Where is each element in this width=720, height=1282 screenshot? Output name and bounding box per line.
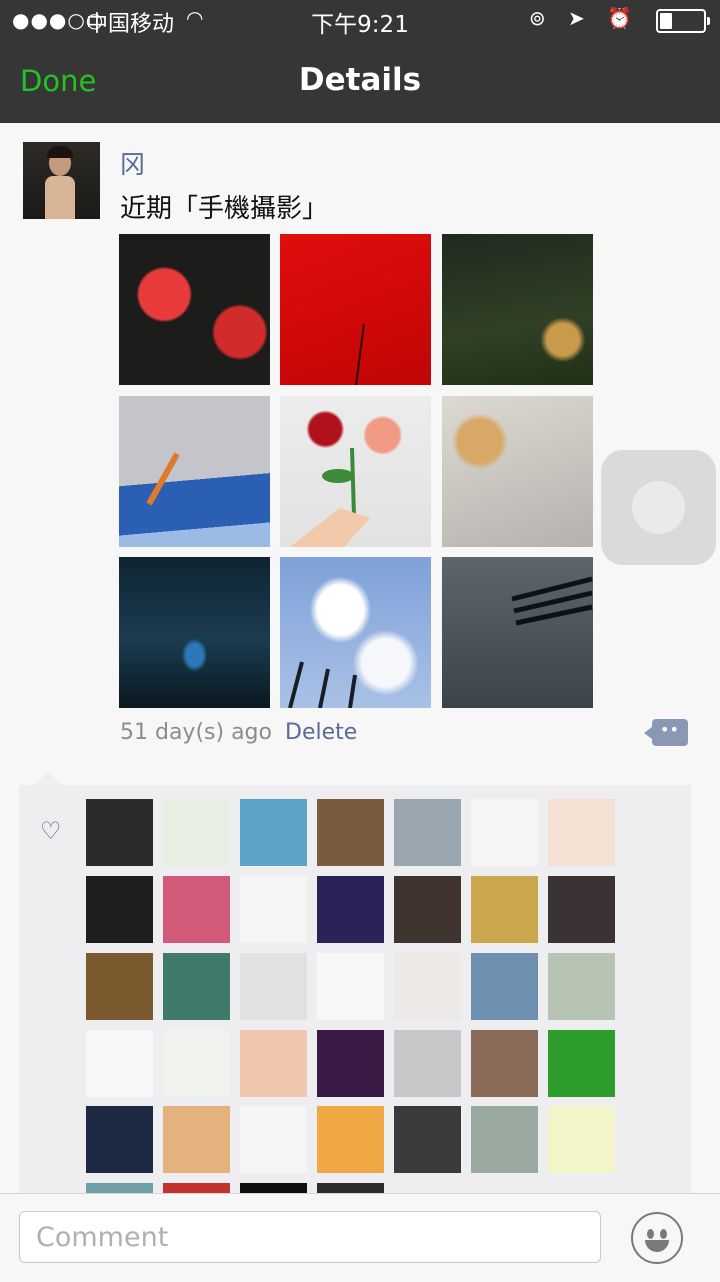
post-text: 近期「手機攝影」 [120,194,329,224]
liker-avatar[interactable] [317,876,384,943]
liker-avatar[interactable] [240,876,307,943]
liker-avatar[interactable] [240,799,307,866]
post-photo[interactable] [442,557,593,708]
liker-avatar[interactable] [86,1030,153,1097]
heart-icon: ♡ [40,817,62,845]
liker-avatar[interactable] [548,1030,615,1097]
post-photo[interactable] [280,396,431,547]
emoji-face-icon[interactable] [631,1212,683,1264]
liker-avatar[interactable] [394,799,461,866]
liker-avatar[interactable] [86,1106,153,1173]
liker-avatar[interactable] [163,1030,230,1097]
author-name[interactable]: 冈 [120,145,145,181]
liker-avatar[interactable] [471,1030,538,1097]
liker-avatar[interactable] [86,953,153,1020]
battery-icon [656,9,710,33]
liker-avatar[interactable] [163,1183,230,1193]
liker-avatar[interactable] [471,876,538,943]
liker-avatar[interactable] [317,1030,384,1097]
liker-avatar[interactable] [394,1030,461,1097]
liker-avatar[interactable] [471,953,538,1020]
delete-link[interactable]: Delete [285,720,357,745]
post-photo[interactable] [119,557,270,708]
likes-pointer [34,771,62,785]
liker-avatar[interactable] [86,1183,153,1193]
page-title: Details [298,62,422,98]
liker-avatar[interactable] [163,953,230,1020]
status-bar: ●●●○○ 中国移动 ◠ 下午9:21 ⊚ ➤ ⏰ [0,0,720,40]
liker-avatar[interactable] [548,876,615,943]
liker-avatar[interactable] [317,1183,384,1193]
liker-avatar[interactable] [163,799,230,866]
liker-avatar[interactable] [240,1183,307,1193]
liker-avatar[interactable] [317,1106,384,1173]
post-timestamp: 51 day(s) ago [120,720,272,745]
comment-bubble-icon[interactable] [644,719,688,746]
liker-avatar[interactable] [86,799,153,866]
top-bar: ●●●○○ 中国移动 ◠ 下午9:21 ⊚ ➤ ⏰ Done Details [0,0,720,123]
liker-avatar[interactable] [548,1106,615,1173]
post-photo[interactable] [280,234,431,385]
liker-avatar[interactable] [317,953,384,1020]
comment-input[interactable] [19,1211,601,1263]
liker-avatar[interactable] [471,799,538,866]
liker-avatar[interactable] [163,1106,230,1173]
post-photo[interactable] [442,234,593,385]
liker-avatar[interactable] [240,1030,307,1097]
liker-avatar[interactable] [240,953,307,1020]
liker-avatar[interactable] [163,876,230,943]
liker-avatar[interactable] [240,1106,307,1173]
liker-avatar[interactable] [86,876,153,943]
liker-avatar[interactable] [548,953,615,1020]
liker-avatar[interactable] [394,876,461,943]
status-icons: ⊚ ➤ ⏰ [528,6,640,30]
liker-avatar[interactable] [548,799,615,866]
post-photo[interactable] [119,396,270,547]
assistive-touch-button[interactable] [601,450,716,565]
post-photo[interactable] [442,396,593,547]
liker-avatar[interactable] [471,1106,538,1173]
liker-avatar[interactable] [317,799,384,866]
liker-avatar[interactable] [394,1106,461,1173]
liker-avatar[interactable] [394,953,461,1020]
post-photo[interactable] [280,557,431,708]
author-avatar[interactable] [23,142,100,219]
post-photo[interactable] [119,234,270,385]
